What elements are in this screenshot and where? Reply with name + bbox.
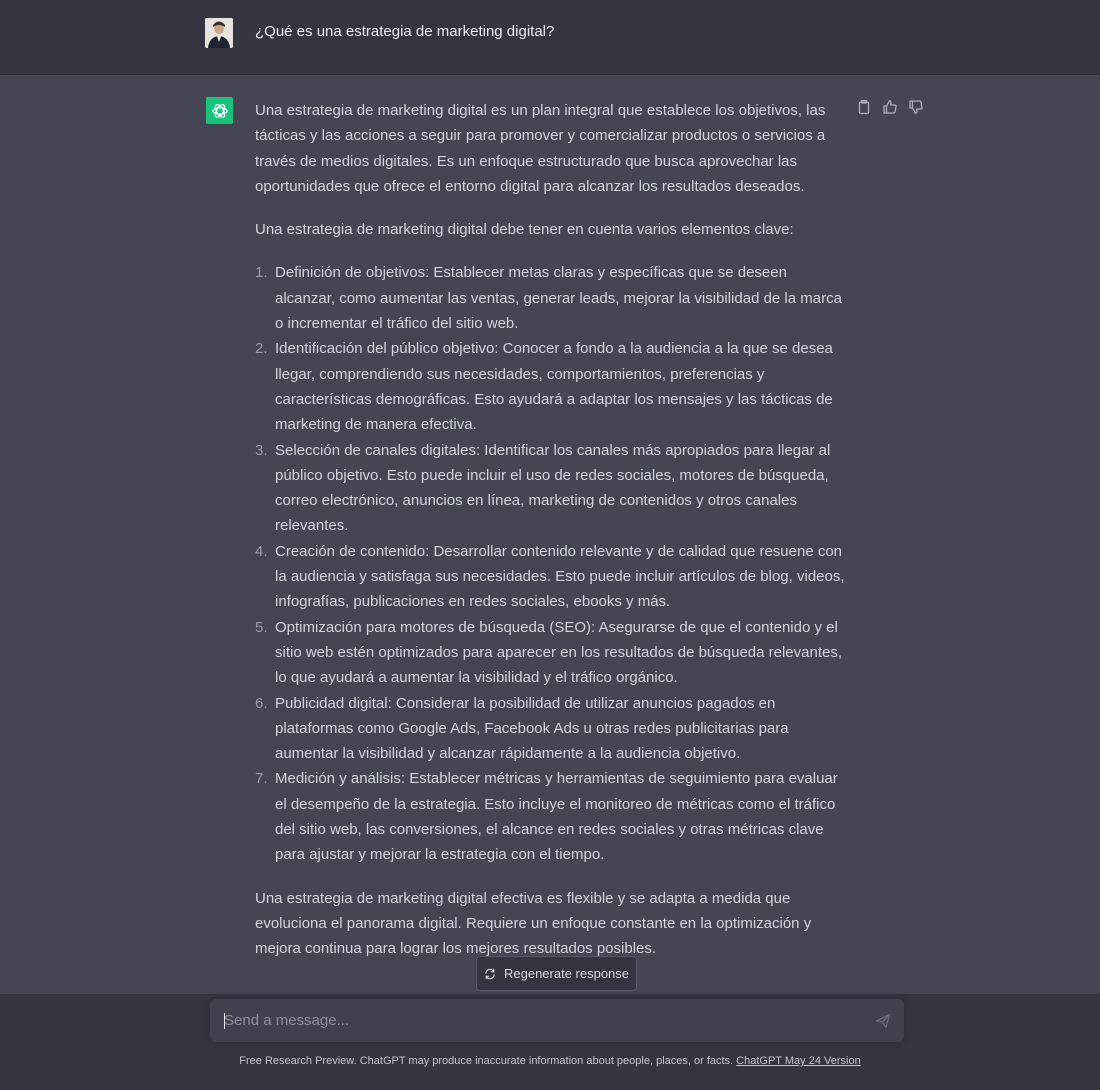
assistant-avatar bbox=[206, 97, 233, 124]
list-item-number: 3. bbox=[255, 441, 268, 459]
assistant-message-content: Una estrategia de marketing digital es u… bbox=[255, 98, 850, 980]
send-icon[interactable] bbox=[875, 1013, 891, 1029]
footer-text: Free Research Preview. ChatGPT may produ… bbox=[239, 1055, 737, 1067]
list-item: 2. Identificación del público objetivo: C… bbox=[255, 336, 850, 437]
list-item: 1. Definición de objetivos: Establecer me… bbox=[255, 260, 850, 336]
list-item: 4. Creación de contenido: Desarrollar con… bbox=[255, 539, 850, 615]
list-item-number: 4. bbox=[255, 542, 268, 560]
list-item-text: Identificación del público objetivo: Con… bbox=[275, 340, 833, 434]
user-message-row: ¿Qué es una estrategia de marketing digi… bbox=[0, 0, 1100, 75]
clipboard-icon[interactable] bbox=[856, 99, 872, 115]
user-avatar bbox=[205, 18, 233, 48]
thumbs-up-icon[interactable] bbox=[882, 99, 898, 115]
refresh-icon bbox=[485, 968, 495, 979]
list-item-text: Optimización para motores de búsqueda (S… bbox=[275, 618, 843, 687]
thumbs-down-icon[interactable] bbox=[908, 99, 924, 115]
text-caret bbox=[224, 1013, 225, 1029]
intro-paragraph: Una estrategia de marketing digital es u… bbox=[255, 102, 826, 195]
closing-paragraph: Una estrategia de marketing digital efec… bbox=[255, 889, 812, 958]
key-elements-list: 1. Definición de objetivos: Establecer me… bbox=[255, 260, 850, 867]
list-item-number: 2. bbox=[255, 340, 268, 358]
list-item-text: Publicidad digital: Considerar la posibi… bbox=[275, 694, 789, 763]
user-message-text: ¿Qué es una estrategia de marketing digi… bbox=[255, 23, 555, 40]
list-item-text: Medición y análisis: Establecer métricas… bbox=[275, 770, 838, 864]
list-item: 5. Optimización para motores de búsqueda … bbox=[255, 615, 850, 691]
version-link[interactable]: ChatGPT May 24 Version bbox=[736, 1055, 861, 1067]
openai-logo-icon bbox=[211, 103, 228, 118]
regenerate-label: Regenerate response bbox=[503, 966, 630, 981]
message-input[interactable] bbox=[224, 999, 854, 1042]
list-item-number: 5. bbox=[255, 618, 268, 636]
list-item: 6. Publicidad digital: Considerar la posi… bbox=[255, 691, 850, 767]
list-item-text: Definición de objetivos: Establecer meta… bbox=[275, 264, 842, 333]
list-item-number: 7. bbox=[255, 770, 268, 788]
assistant-message-row: Una estrategia de marketing digital es u… bbox=[0, 75, 1100, 995]
list-item-text: Creación de contenido: Desarrollar conte… bbox=[275, 542, 845, 611]
lead-paragraph: Una estrategia de marketing digital debe… bbox=[255, 221, 794, 239]
list-item: 3. Selección de canales digitales: Identi… bbox=[255, 438, 850, 539]
list-item: 7. Medición y análisis: Establecer métric… bbox=[255, 766, 850, 867]
message-input-box[interactable] bbox=[210, 999, 904, 1042]
list-item-number: 1. bbox=[255, 264, 268, 282]
footer-disclaimer: Free Research Preview. ChatGPT may produ… bbox=[0, 1055, 1100, 1067]
user-photo-avatar bbox=[205, 18, 233, 48]
regenerate-response-button[interactable]: Regenerate response bbox=[476, 956, 637, 991]
message-actions bbox=[856, 99, 924, 117]
list-item-text: Selección de canales digitales: Identifi… bbox=[275, 441, 831, 535]
composer-area: Free Research Preview. ChatGPT may produ… bbox=[0, 994, 1100, 1090]
list-item-number: 6. bbox=[255, 694, 268, 712]
